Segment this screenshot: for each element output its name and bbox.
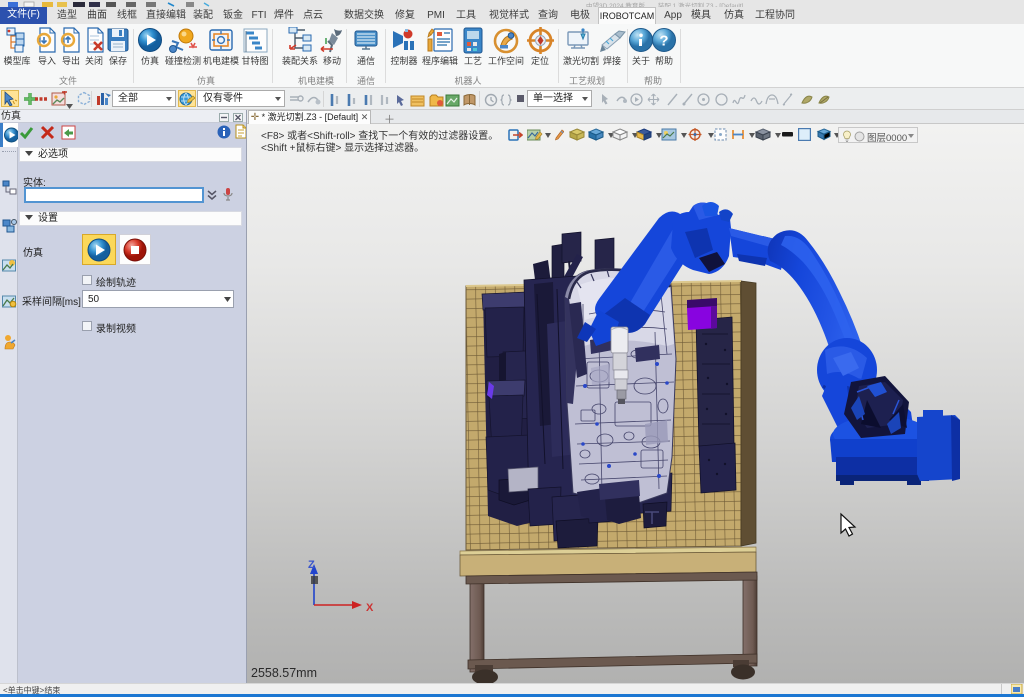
- svg-text:X: X: [366, 602, 374, 614]
- svg-text:Z: Z: [308, 559, 315, 571]
- svg-text:?: ?: [659, 33, 668, 50]
